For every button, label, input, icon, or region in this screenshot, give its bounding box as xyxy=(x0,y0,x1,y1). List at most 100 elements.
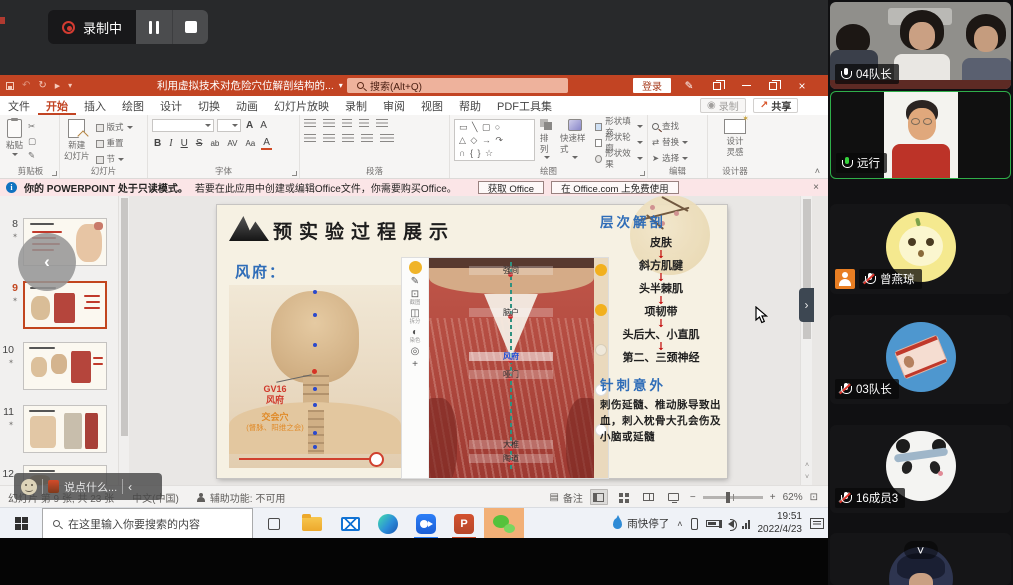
clock[interactable]: 19:512022/4/23 xyxy=(758,511,803,536)
task-view-button[interactable] xyxy=(256,508,292,539)
quick-styles-button[interactable]: 快速样式 xyxy=(560,119,590,159)
undo-icon[interactable]: ↶ xyxy=(22,80,30,91)
font-name-select[interactable] xyxy=(152,119,214,132)
strikethrough-button[interactable]: S xyxy=(194,138,205,149)
change-case-button[interactable]: Aa xyxy=(243,139,257,148)
paste-button[interactable]: 粘贴 xyxy=(6,119,23,156)
tab-animations[interactable]: 动画 xyxy=(228,96,266,115)
format-painter-icon[interactable]: ✎ xyxy=(28,150,36,161)
tab-record[interactable]: 录制 xyxy=(337,96,375,115)
notes-button[interactable]: ▤备注 xyxy=(549,490,582,505)
get-office-button[interactable]: 获取 Office xyxy=(478,181,544,194)
wechat-button[interactable] xyxy=(484,508,524,539)
slide-thumbnail-11[interactable] xyxy=(23,405,107,453)
chat-input[interactable]: 说点什么... xyxy=(64,479,117,495)
draw-pen-icon[interactable]: ✎ xyxy=(676,75,702,96)
use-free-button[interactable]: 在 Office.com 上免费使用 xyxy=(551,181,679,194)
minimize-button[interactable] xyxy=(733,75,759,96)
justify-icon[interactable] xyxy=(361,134,373,143)
chat-image-thumbnail[interactable] xyxy=(48,480,59,493)
normal-view-button[interactable] xyxy=(590,489,608,505)
powerpoint-button[interactable]: P xyxy=(446,508,482,539)
shrink-font-button[interactable]: A xyxy=(258,120,269,131)
record-presentation-button[interactable]: ◉ 录制 xyxy=(700,98,746,113)
select-button[interactable]: ➤选择 xyxy=(652,152,703,165)
overlay-back-button[interactable]: ‹ xyxy=(18,233,76,291)
redo-icon[interactable]: ↻ xyxy=(38,80,46,91)
participant-tile-yuanxing-active-speaker[interactable]: 远行 xyxy=(830,91,1011,179)
show-hidden-icons[interactable]: ˄ xyxy=(677,519,682,529)
tab-help[interactable]: 帮助 xyxy=(451,96,489,115)
taskbar-search-box[interactable]: 在这里输入你要搜索的内容 xyxy=(42,508,253,539)
participant-tile-03duizhang[interactable]: 03队长 xyxy=(830,315,1011,404)
font-size-select[interactable] xyxy=(217,119,241,132)
title-caret-icon[interactable]: ▾ xyxy=(339,81,343,90)
emoji-icon[interactable] xyxy=(21,479,37,495)
text-shadow-button[interactable]: ab xyxy=(208,139,221,148)
tab-file[interactable]: 文件 xyxy=(0,96,38,115)
tab-review[interactable]: 审阅 xyxy=(375,96,413,115)
next-slide-icon[interactable]: ˅ xyxy=(801,474,813,481)
align-left-icon[interactable] xyxy=(304,134,316,143)
mail-button[interactable] xyxy=(332,508,368,539)
slide-thumbnail-10[interactable] xyxy=(23,342,107,390)
your-phone-icon[interactable] xyxy=(691,518,698,530)
font-color-button[interactable]: A xyxy=(261,137,272,150)
bullets-icon[interactable] xyxy=(304,119,316,128)
slideshow-view-button[interactable] xyxy=(665,489,683,505)
scroll-participants-down-button[interactable]: ˅ xyxy=(904,541,938,559)
font-dialog-launcher[interactable] xyxy=(292,171,297,176)
tab-design[interactable]: 设计 xyxy=(152,96,190,115)
share-button[interactable]: ↗ 共享 xyxy=(753,98,798,113)
battery-icon[interactable] xyxy=(706,520,720,527)
align-right-icon[interactable] xyxy=(342,134,354,143)
zoom-level[interactable]: 62% xyxy=(783,492,803,503)
tab-insert[interactable]: 插入 xyxy=(76,96,114,115)
qat-customize-icon[interactable]: ▾ xyxy=(68,81,72,90)
layout-button[interactable]: 版式 xyxy=(96,121,133,134)
copy-icon[interactable]: ▢ xyxy=(28,136,36,147)
shapes-gallery[interactable]: ▭ ╲ ▢ ○ △ ◇ → ↷ ∩ { } ☆ xyxy=(454,119,535,161)
grow-font-button[interactable]: A xyxy=(244,120,255,131)
chat-collapse-icon[interactable]: ‹ xyxy=(128,480,132,494)
close-button[interactable]: × xyxy=(789,75,815,96)
shape-effects-button[interactable]: 形状效果 xyxy=(595,152,643,165)
increase-indent-icon[interactable] xyxy=(359,119,369,128)
volume-icon[interactable] xyxy=(728,520,734,528)
start-slideshow-icon[interactable]: ▶ xyxy=(55,82,60,90)
ppt-search-box[interactable]: 搜索(Alt+Q) xyxy=(347,78,568,93)
tab-slideshow[interactable]: 幻灯片放映 xyxy=(266,96,337,115)
bold-button[interactable]: B xyxy=(152,138,163,149)
collapse-ribbon-icon[interactable]: ˄ xyxy=(815,166,820,176)
tab-transitions[interactable]: 切换 xyxy=(190,96,228,115)
ribbon-display-options-icon[interactable] xyxy=(704,75,730,96)
tab-view[interactable]: 视图 xyxy=(413,96,451,115)
participant-tile-04duizhang[interactable]: 04队长 xyxy=(830,2,1011,89)
participant-tile-zengyanqiong[interactable]: 曾燕琼 xyxy=(830,204,1011,294)
zoom-in-button[interactable]: + xyxy=(770,492,776,503)
signin-button[interactable]: 登录 xyxy=(633,78,671,93)
canvas-scrollbar[interactable]: ˄ ˅ xyxy=(800,196,812,485)
action-center-icon[interactable] xyxy=(810,518,824,529)
reading-view-button[interactable] xyxy=(640,489,658,505)
fit-to-window-icon[interactable]: ⊡ xyxy=(810,492,818,503)
arrange-button[interactable]: 排列 xyxy=(540,119,555,159)
align-center-icon[interactable] xyxy=(323,134,335,143)
network-icon[interactable] xyxy=(742,519,750,529)
zoom-slider[interactable] xyxy=(703,496,763,499)
file-explorer-button[interactable] xyxy=(294,508,330,539)
decrease-indent-icon[interactable] xyxy=(342,119,352,128)
weather-widget[interactable]: 雨快停了 xyxy=(613,516,669,531)
reset-button[interactable]: 重置 xyxy=(96,137,133,150)
tab-pdf-tools[interactable]: PDF工具集 xyxy=(489,96,560,115)
participant-tile-16chengyuan3[interactable]: 16成员3 xyxy=(830,425,1011,513)
cut-icon[interactable]: ✂ xyxy=(28,121,36,132)
previous-slide-icon[interactable]: ˄ xyxy=(801,462,813,469)
edge-button[interactable] xyxy=(370,508,406,539)
tab-draw[interactable]: 绘图 xyxy=(114,96,152,115)
save-icon[interactable] xyxy=(6,82,14,90)
find-button[interactable]: 查找 xyxy=(652,120,703,133)
columns-icon[interactable] xyxy=(380,134,394,143)
restore-button[interactable] xyxy=(760,75,786,96)
participant-tile-partial[interactable]: ˅ xyxy=(830,533,1011,585)
